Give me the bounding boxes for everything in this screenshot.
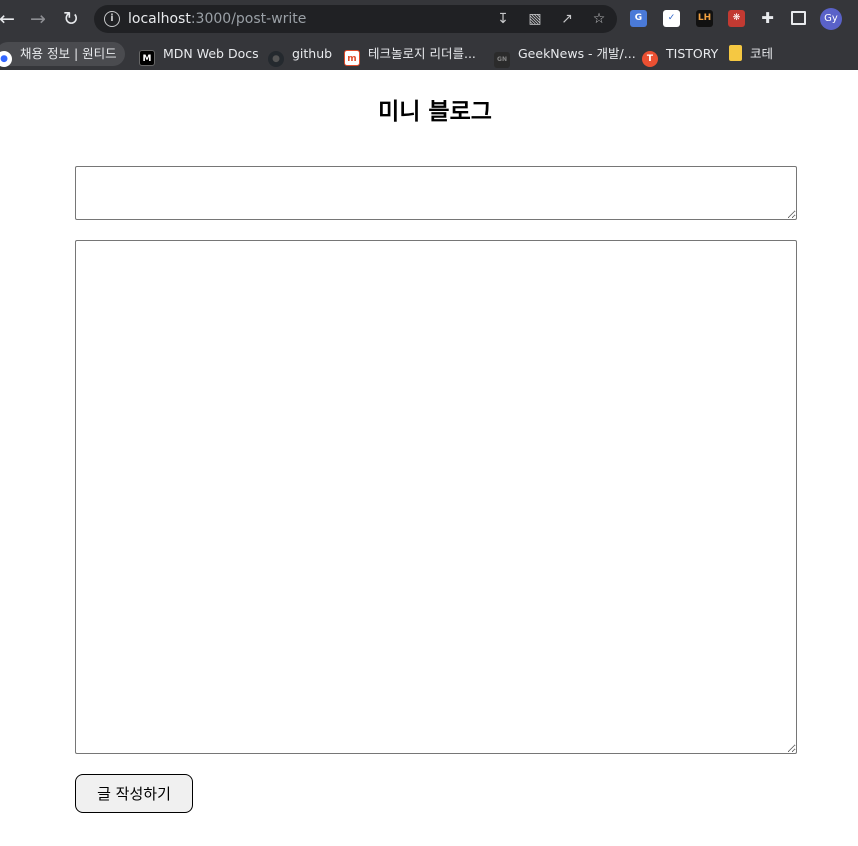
site-info-icon[interactable]: i	[104, 11, 120, 27]
bookmark-label: 채용 정보 | 원티드	[20, 46, 117, 61]
github-icon: ●	[268, 51, 284, 67]
browser-chrome: ← → ↻ i localhost:3000/post-write ↧ ▧ ↗ …	[0, 0, 858, 70]
back-arrow-icon[interactable]: ←	[0, 6, 20, 32]
post-title-input[interactable]	[75, 166, 797, 220]
bookmarks-bar: ● 채용 정보 | 원티드 M MDN Web Docs ● github m 테크놀로…	[0, 38, 858, 70]
browser-toolbar: ← → ↻ i localhost:3000/post-write ↧ ▧ ↗ …	[0, 0, 858, 38]
page-title: 미니 블로그	[378, 99, 492, 125]
bookmark-label: GeekNews - 개발/...	[518, 46, 636, 61]
post-content-input[interactable]	[75, 240, 797, 754]
checklist-extension-icon[interactable]: ✓	[663, 10, 680, 27]
bookmark-label: 테크놀로지 리더를...	[368, 46, 476, 61]
mdn-icon: M	[139, 50, 155, 66]
bookmark-mdn[interactable]: M MDN Web Docs	[139, 42, 259, 66]
wanted-icon: ●	[0, 51, 12, 67]
tech-leader-icon: m	[344, 50, 360, 66]
bookmark-geeknews[interactable]: GN GeekNews - 개발/...	[494, 42, 636, 68]
bookmark-github[interactable]: ● github	[268, 42, 333, 67]
bookmark-tistory[interactable]: T TISTORY	[642, 42, 719, 67]
folder-icon	[729, 45, 742, 61]
bookmark-wanted[interactable]: ● 채용 정보 | 원티드	[0, 42, 125, 67]
profile-avatar[interactable]: Gy	[820, 8, 842, 30]
tistory-icon: T	[642, 51, 658, 67]
url-host: localhost	[128, 11, 191, 27]
bookmark-folder-kote[interactable]: 코테	[729, 42, 773, 66]
bookmark-label: MDN Web Docs	[163, 46, 259, 61]
bookmark-tech-leader[interactable]: m 테크놀로지 리더를...	[344, 42, 476, 66]
install-app-icon[interactable]: ↧	[494, 10, 512, 28]
extensions-puzzle-icon[interactable]: ✚	[759, 10, 776, 27]
side-panel-icon[interactable]	[791, 11, 806, 25]
submit-post-button[interactable]: 글 작성하기	[75, 774, 193, 813]
share-icon[interactable]: ↗	[558, 10, 576, 28]
bookmark-label: 코테	[750, 46, 774, 61]
translate-icon[interactable]: ▧	[526, 10, 544, 28]
address-bar[interactable]: i localhost:3000/post-write ↧ ▧ ↗ ☆	[94, 5, 617, 33]
forward-arrow-icon[interactable]: →	[25, 6, 51, 32]
url-text: localhost:3000/post-write	[128, 5, 306, 33]
bug-extension-icon[interactable]: ❋	[728, 10, 745, 27]
bookmark-star-icon[interactable]: ☆	[590, 10, 608, 28]
geeknews-icon: GN	[494, 52, 510, 68]
lighthouse-extension-icon[interactable]: LH	[696, 10, 713, 27]
translate-extension-icon[interactable]: G	[630, 10, 647, 27]
url-path: :3000/post-write	[190, 11, 307, 27]
bookmark-label: github	[292, 46, 333, 61]
bookmark-label: TISTORY	[666, 46, 719, 61]
reload-icon[interactable]: ↻	[58, 6, 84, 32]
